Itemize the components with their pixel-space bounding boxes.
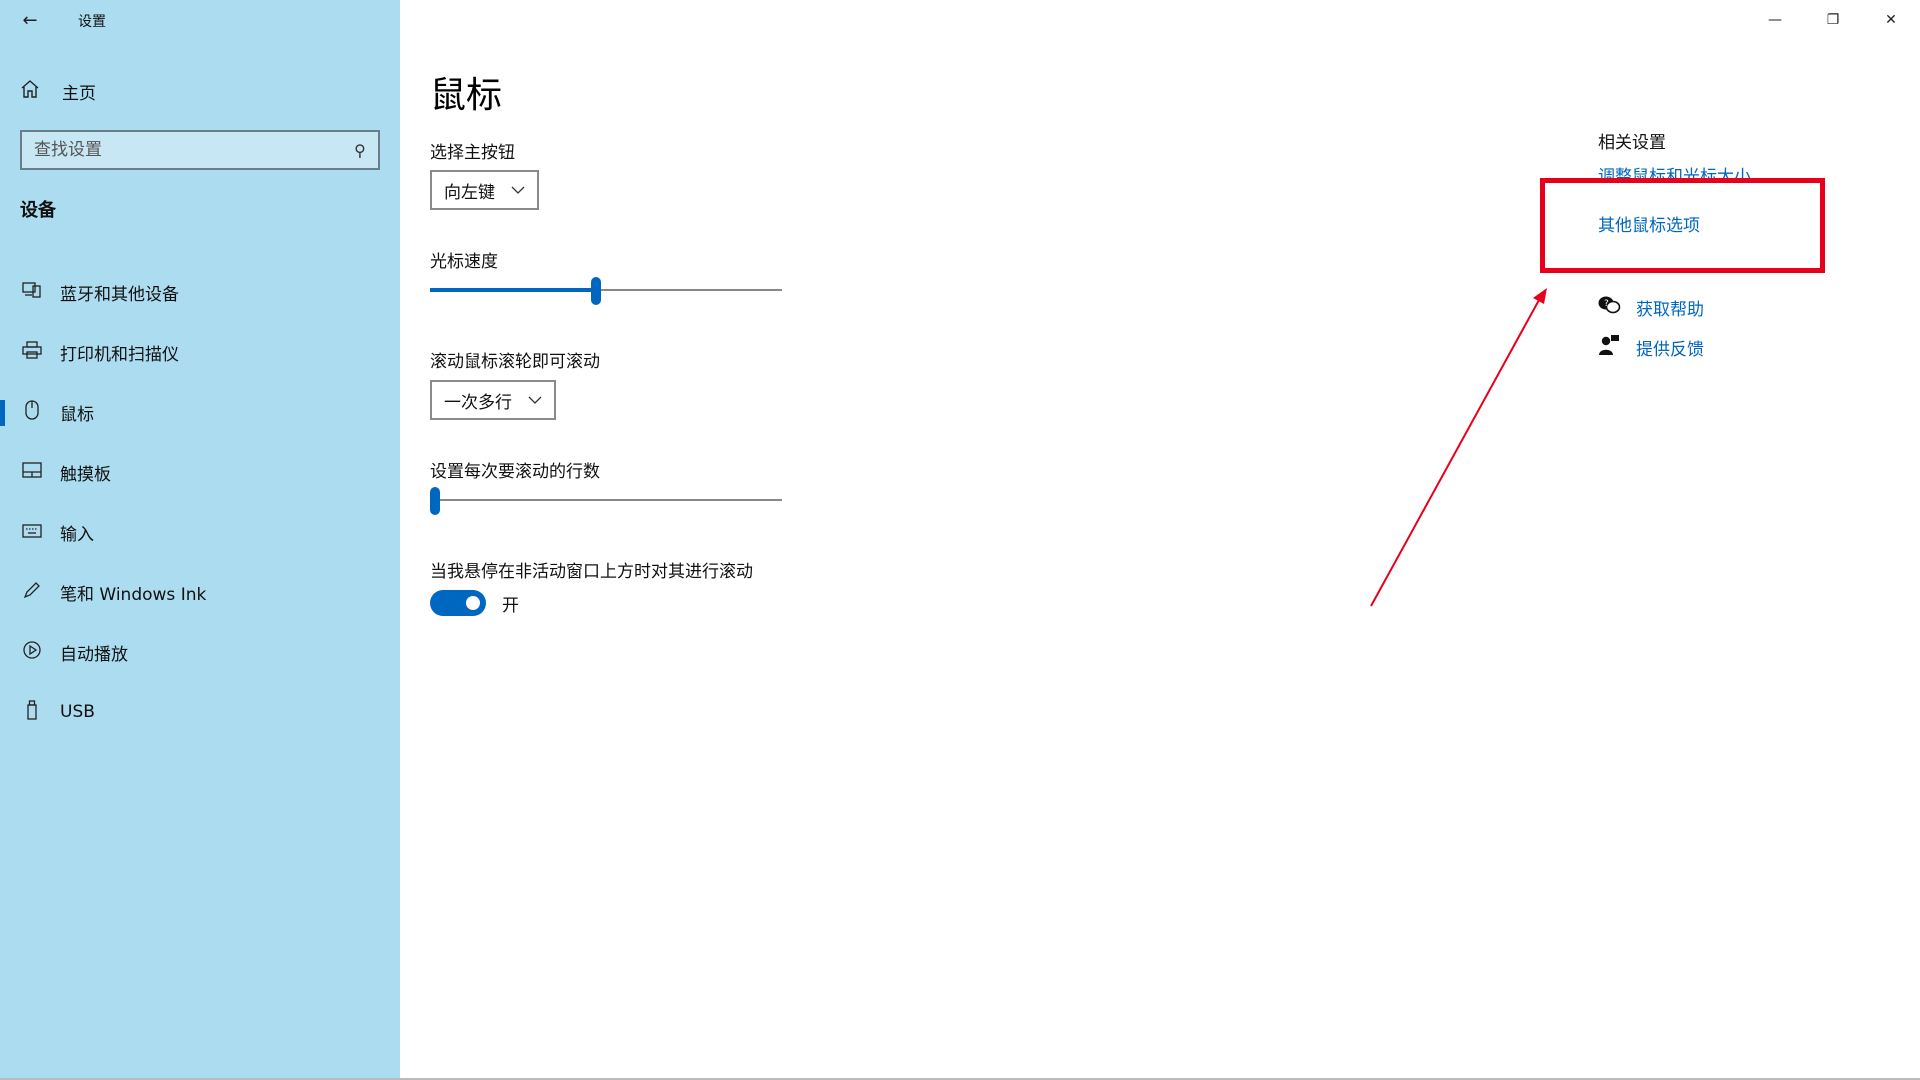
toggle-state: 开 (502, 595, 519, 616)
slider-track (430, 499, 782, 501)
sidebar-item-label: 打印机和扫描仪 (60, 344, 179, 365)
related-settings: 相关设置 (1598, 128, 1666, 153)
sidebar-item-mouse[interactable]: 鼠标 (0, 382, 400, 442)
get-help-row[interactable]: ? 获取帮助 (1596, 294, 1704, 321)
scroll-value: 一次多行 (444, 392, 512, 413)
slider-thumb[interactable] (591, 277, 601, 305)
sidebar-item-label: 输入 (60, 524, 94, 545)
primary-button-label: 选择主按钮 (430, 143, 515, 163)
mouse-icon (20, 399, 44, 425)
printer-icon (20, 340, 44, 364)
restore-button[interactable]: ❐ (1804, 0, 1862, 40)
other-mouse-options-link[interactable]: 其他鼠标选项 (1598, 211, 1700, 236)
sidebar-item-printers[interactable]: 打印机和扫描仪 (0, 322, 400, 382)
usb-icon (20, 699, 44, 725)
inactive-scroll-toggle-row: 开 (430, 590, 519, 616)
page-title: 鼠标 (430, 75, 503, 116)
toggle-knob (466, 596, 480, 610)
chevron-down-icon (528, 393, 542, 408)
adjust-size-link-wrap: 调整鼠标和光标大小 (1598, 162, 1751, 180)
pen-icon (20, 580, 44, 605)
nav-home[interactable]: 主页 (20, 76, 96, 106)
search-input[interactable] (34, 140, 355, 160)
back-button[interactable]: ← (14, 6, 46, 34)
nav-home-label: 主页 (62, 83, 96, 104)
sidebar: ← 设置 主页 ⚲ 设备 蓝牙和其他设备 打印机和扫描仪 鼠 (0, 0, 400, 1080)
search-icon[interactable]: ⚲ (354, 141, 366, 160)
sidebar-item-usb[interactable]: USB (0, 682, 400, 742)
minimize-button[interactable]: — (1746, 0, 1804, 40)
titlebar-left: ← 设置 (0, 0, 400, 40)
sidebar-item-autoplay[interactable]: 自动播放 (0, 622, 400, 682)
touchpad-icon (20, 461, 44, 483)
home-icon (20, 79, 44, 104)
cursor-speed-label: 光标速度 (430, 252, 498, 272)
sidebar-item-label: 自动播放 (60, 644, 128, 665)
sidebar-item-touchpad[interactable]: 触摸板 (0, 442, 400, 502)
nav-list: 蓝牙和其他设备 打印机和扫描仪 鼠标 触摸板 输入 笔和 Windows Ink… (0, 262, 400, 742)
window-controls: — ❐ ✕ (1746, 0, 1920, 40)
close-button[interactable]: ✕ (1862, 0, 1920, 40)
primary-button-value: 向左键 (444, 182, 495, 203)
get-help-link[interactable]: 获取帮助 (1636, 295, 1704, 320)
adjust-mouse-cursor-size-link[interactable]: 调整鼠标和光标大小 (1598, 167, 1751, 180)
feedback-person-icon (1596, 334, 1622, 361)
primary-button-dropdown[interactable]: 向左键 (430, 170, 539, 210)
scroll-dropdown[interactable]: 一次多行 (430, 380, 556, 420)
inactive-scroll-label: 当我悬停在非活动窗口上方时对其进行滚动 (430, 562, 753, 582)
sidebar-item-label: 蓝牙和其他设备 (60, 284, 179, 305)
slider-fill (430, 288, 596, 292)
help-chat-icon: ? (1596, 294, 1622, 321)
slider-thumb[interactable] (430, 487, 440, 515)
feedback-link[interactable]: 提供反馈 (1636, 335, 1704, 360)
devices-icon (20, 281, 44, 304)
feedback-row[interactable]: 提供反馈 (1596, 334, 1704, 361)
sidebar-item-label: 笔和 Windows Ink (60, 584, 207, 605)
scroll-label: 滚动鼠标滚轮即可滚动 (430, 352, 600, 372)
lines-slider[interactable] (430, 485, 782, 515)
chevron-down-icon (511, 183, 525, 198)
related-heading: 相关设置 (1598, 133, 1666, 153)
sidebar-item-label: USB (60, 702, 95, 722)
search-box[interactable]: ⚲ (20, 130, 380, 170)
app-title: 设置 (78, 14, 106, 30)
sidebar-item-pen[interactable]: 笔和 Windows Ink (0, 562, 400, 622)
autoplay-icon (20, 640, 44, 665)
section-title: 设备 (20, 200, 56, 221)
lines-label: 设置每次要滚动的行数 (430, 462, 600, 482)
keyboard-icon (20, 522, 44, 543)
sidebar-item-bluetooth[interactable]: 蓝牙和其他设备 (0, 262, 400, 322)
inactive-scroll-toggle[interactable] (430, 590, 486, 616)
sidebar-item-typing[interactable]: 输入 (0, 502, 400, 562)
sidebar-item-label: 鼠标 (60, 404, 94, 425)
svg-text:?: ? (1604, 299, 1609, 309)
sidebar-item-label: 触摸板 (60, 464, 111, 485)
cursor-speed-slider[interactable] (430, 275, 782, 305)
